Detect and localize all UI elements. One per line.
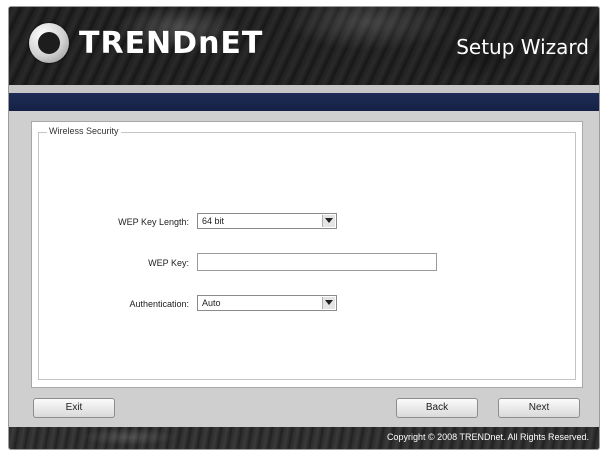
- authentication-label: Authentication:: [129, 299, 189, 309]
- back-button[interactable]: Back: [396, 398, 478, 418]
- setup-wizard-window: TRENDnET Setup Wizard Wireless Security …: [8, 6, 600, 450]
- wep-key-label: WEP Key:: [148, 258, 189, 268]
- group-legend: Wireless Security: [47, 126, 121, 136]
- wep-key-length-value: 64 bit: [202, 216, 225, 226]
- exit-button[interactable]: Exit: [33, 398, 115, 418]
- wep-key-input[interactable]: [197, 253, 437, 271]
- chevron-down-icon[interactable]: [322, 297, 335, 309]
- header-divider-strip: [9, 85, 599, 111]
- authentication-value: Auto: [202, 298, 221, 308]
- wizard-title: Setup Wizard: [456, 35, 589, 59]
- copyright-text: Copyright © 2008 TRENDnet. All Rights Re…: [386, 432, 589, 442]
- header-banner: TRENDnET Setup Wizard: [9, 7, 599, 85]
- wep-key-length-select[interactable]: 64 bit: [197, 213, 337, 229]
- next-button[interactable]: Next: [498, 398, 580, 418]
- footer-bar: Copyright © 2008 TRENDnet. All Rights Re…: [9, 427, 599, 449]
- trendnet-logo: TRENDnET: [29, 23, 263, 63]
- logo-mark-icon: [29, 23, 69, 63]
- wep-key-length-label: WEP Key Length:: [118, 217, 189, 227]
- content-panel: Wireless Security WEP Key Length: 64 bit…: [31, 121, 583, 388]
- wireless-security-group: Wireless Security WEP Key Length: 64 bit…: [38, 126, 576, 380]
- chevron-down-icon[interactable]: [322, 215, 335, 227]
- logo-text: TRENDnET: [79, 25, 264, 61]
- authentication-select[interactable]: Auto: [197, 295, 337, 311]
